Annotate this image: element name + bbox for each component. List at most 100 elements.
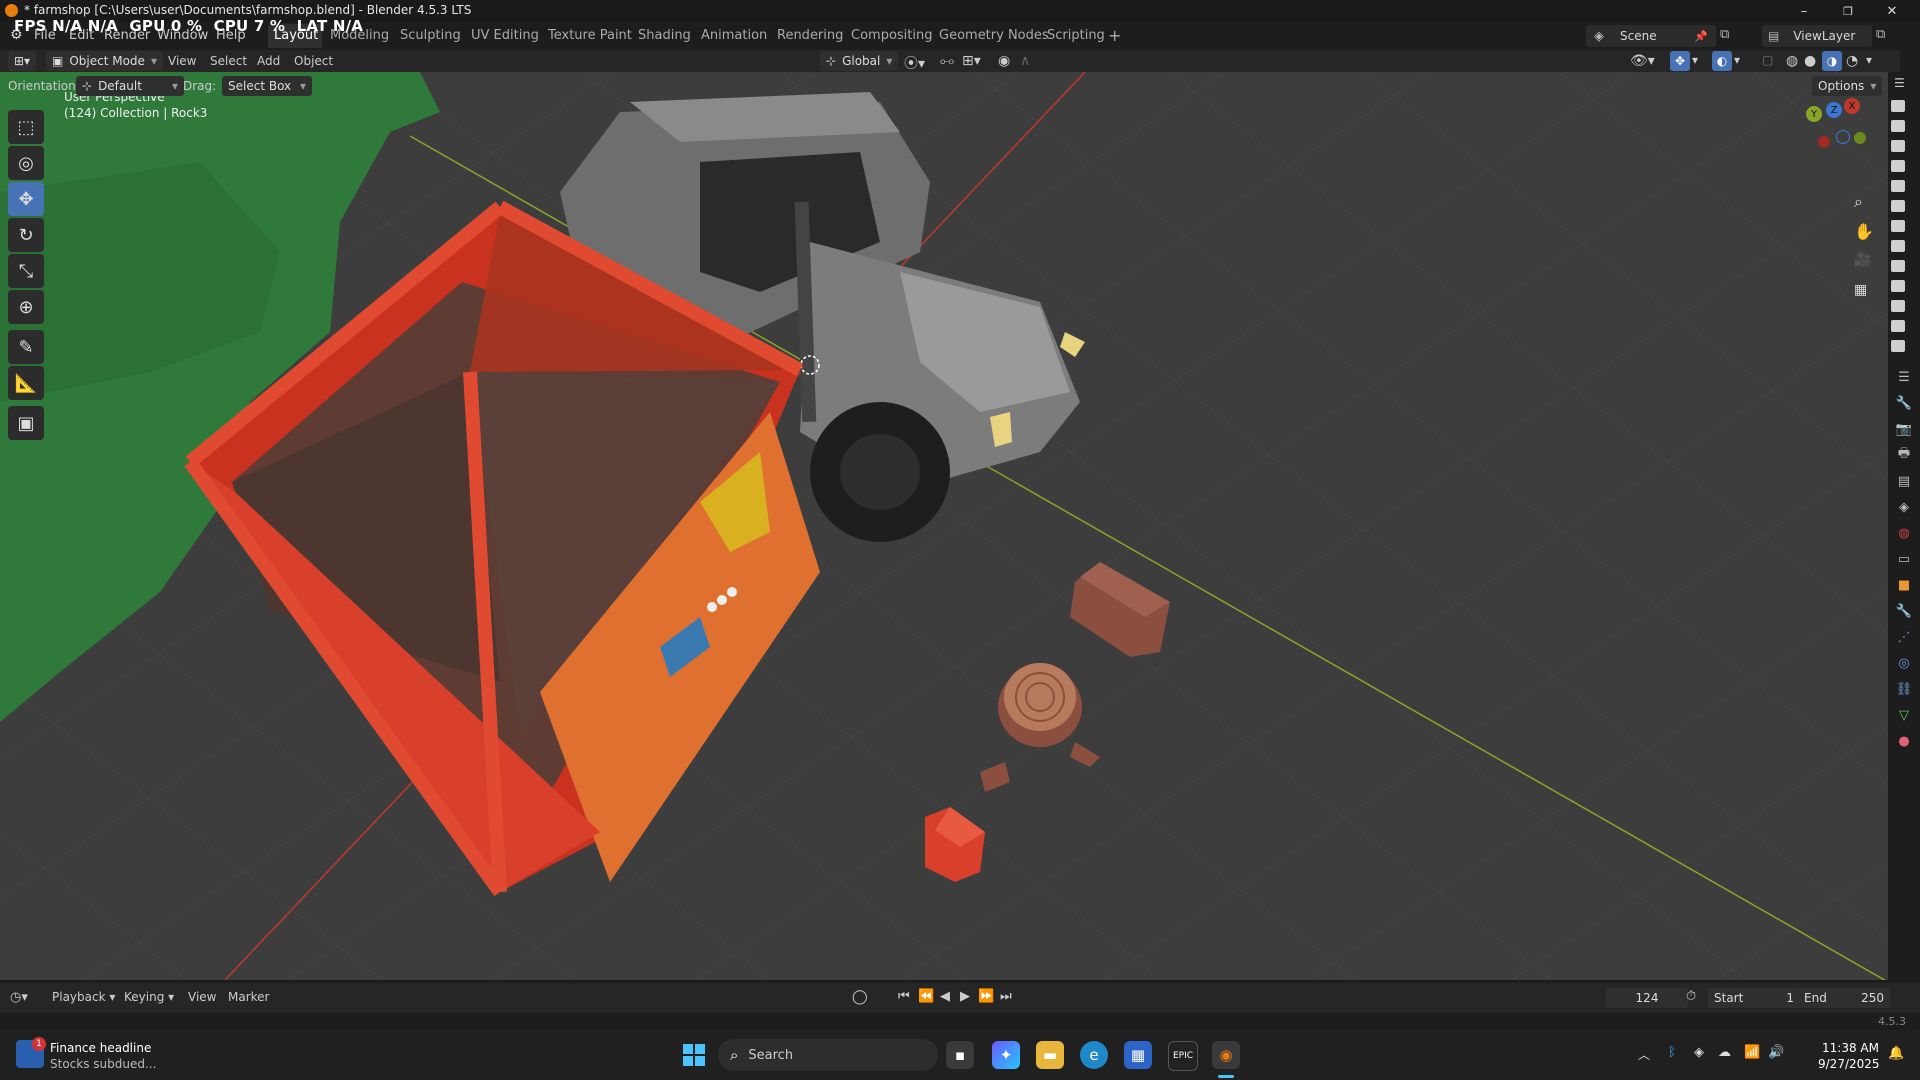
camera-icon[interactable] — [1891, 280, 1905, 292]
proportional-edit-icon[interactable]: ◉ — [998, 53, 1010, 69]
overlay-toggle-icon[interactable]: ◐ — [1712, 51, 1732, 71]
modifier-properties-icon[interactable]: 🔧 — [1893, 600, 1915, 622]
tab-geometry-nodes[interactable]: Geometry Nodes — [939, 28, 1049, 43]
3d-viewport[interactable]: User Perspective (124) Collection | Rock… — [0, 72, 1888, 980]
jump-keyframe-forward-icon[interactable]: ⏩ — [978, 989, 994, 1004]
jump-start-icon[interactable]: ⏮ — [898, 989, 910, 1004]
wireframe-shading-icon[interactable]: ◍ — [1786, 53, 1798, 69]
object-properties-icon[interactable]: ■ — [1893, 574, 1915, 596]
maximize-button[interactable]: ❐ — [1826, 0, 1870, 22]
pin-icon[interactable]: 📌 — [1694, 30, 1708, 43]
tab-scripting[interactable]: Scripting — [1047, 28, 1105, 43]
measure-tool-icon[interactable]: 📐 — [8, 366, 44, 400]
rotate-tool-icon[interactable]: ↻ — [8, 218, 44, 252]
camera-icon[interactable] — [1891, 180, 1905, 192]
chevron-down-icon[interactable]: ▾ — [1692, 53, 1698, 67]
properties-editor-icon[interactable]: ☰ — [1893, 366, 1915, 388]
annotate-tool-icon[interactable]: ✎ — [8, 330, 44, 364]
navigation-gizmo[interactable]: Y Z X — [1800, 96, 1870, 166]
gizmo-x-axis[interactable]: X — [1844, 98, 1860, 114]
zoom-icon[interactable]: ⌕ — [1854, 192, 1863, 212]
constraints-properties-icon[interactable]: ⛓ — [1893, 678, 1915, 700]
cursor-tool-icon[interactable]: ◎ — [8, 146, 44, 180]
tab-shading[interactable]: Shading — [638, 28, 691, 43]
scene-selector[interactable]: ◈ Scene 📌 — [1586, 25, 1716, 47]
wifi-icon[interactable]: 📶 — [1744, 1045, 1760, 1060]
view-layer-selector[interactable]: ▤ ViewLayer — [1762, 25, 1872, 47]
snap-target-icon[interactable]: ⊞▾ — [962, 53, 981, 69]
file-explorer-icon[interactable]: ▬ — [1036, 1041, 1064, 1069]
pivot-point-icon[interactable]: ⦿▾ — [904, 53, 925, 73]
pan-hand-icon[interactable]: ✋ — [1854, 222, 1874, 241]
minimize-button[interactable]: – — [1782, 0, 1826, 22]
start-frame-field[interactable]: Start 1 — [1708, 988, 1800, 1008]
gizmo-neg-y[interactable] — [1854, 132, 1866, 144]
mode-selector[interactable]: ▣ Object Mode ▾ — [46, 51, 163, 71]
start-button-icon[interactable] — [680, 1041, 708, 1069]
timeline-editor-icon[interactable]: ◷▾ — [10, 990, 28, 1005]
blender-taskbar-icon[interactable]: ◉ — [1212, 1041, 1240, 1069]
playback-menu[interactable]: Playback ▾ — [52, 990, 115, 1004]
camera-icon[interactable] — [1891, 240, 1905, 252]
tab-animation[interactable]: Animation — [701, 28, 767, 43]
drag-dropdown[interactable]: Select Box ▾ — [222, 76, 312, 96]
end-frame-field[interactable]: End 250 — [1798, 988, 1890, 1008]
particles-properties-icon[interactable]: ⋰ — [1893, 626, 1915, 648]
snap-icon[interactable]: ⧟ — [940, 53, 954, 69]
edge-browser-icon[interactable]: e — [1080, 1041, 1108, 1069]
jump-end-icon[interactable]: ⏭ — [1000, 989, 1012, 1004]
auto-keying-icon[interactable]: ◯ — [852, 989, 868, 1005]
camera-icon[interactable] — [1891, 220, 1905, 232]
epic-games-icon[interactable]: EPIC — [1168, 1041, 1198, 1071]
menu-object[interactable]: Object — [294, 54, 333, 68]
volume-icon[interactable]: 🔊 — [1768, 1045, 1784, 1060]
select-box-tool-icon[interactable]: ⬚ — [8, 110, 44, 144]
tab-rendering[interactable]: Rendering — [777, 28, 843, 43]
camera-icon[interactable] — [1891, 260, 1905, 272]
output-properties-icon[interactable]: 🖶 — [1893, 444, 1915, 466]
camera-view-icon[interactable]: 🎥 — [1854, 252, 1871, 268]
falloff-icon[interactable]: ∧ — [1020, 53, 1030, 69]
task-view-icon[interactable]: ▪ — [946, 1041, 974, 1069]
menu-select[interactable]: Select — [210, 54, 247, 68]
current-frame-field[interactable]: 124 — [1606, 988, 1688, 1008]
camera-icon[interactable] — [1891, 160, 1905, 172]
news-headline[interactable]: Finance headline — [50, 1041, 151, 1055]
copilot-icon[interactable]: ✦ — [992, 1041, 1020, 1069]
render-properties-icon[interactable]: 📷 — [1893, 418, 1915, 440]
bluetooth-icon[interactable]: ᛒ — [1668, 1045, 1676, 1060]
play-reverse-icon[interactable]: ◀ — [940, 989, 950, 1004]
camera-icon[interactable] — [1891, 300, 1905, 312]
preview-range-icon[interactable]: ⏱ — [1686, 989, 1696, 1004]
chevron-down-icon[interactable]: ▾ — [1866, 53, 1872, 67]
camera-icon[interactable] — [1891, 320, 1905, 332]
camera-icon[interactable] — [1891, 120, 1905, 132]
gizmo-toggle-icon[interactable]: ✥ — [1670, 51, 1690, 71]
show-hidden-icons[interactable]: ︿ — [1638, 1046, 1650, 1063]
data-properties-icon[interactable]: ▽ — [1893, 704, 1915, 726]
collection-properties-icon[interactable]: ▭ — [1893, 548, 1915, 570]
add-cube-tool-icon[interactable]: ▣ — [8, 406, 44, 440]
store-icon[interactable]: ▦ — [1124, 1041, 1152, 1069]
marker-menu[interactable]: Marker — [228, 990, 269, 1004]
outliner-editor-icon[interactable]: ☰ — [1894, 76, 1905, 90]
tab-texture-paint[interactable]: Texture Paint — [548, 28, 632, 43]
add-workspace-button[interactable]: + — [1108, 26, 1121, 45]
gizmo-z-axis[interactable]: Z — [1826, 102, 1842, 118]
camera-icon[interactable] — [1891, 200, 1905, 212]
tab-compositing[interactable]: Compositing — [851, 28, 933, 43]
menu-add[interactable]: Add — [257, 54, 280, 68]
chevron-down-icon[interactable]: ▾ — [1734, 53, 1740, 67]
new-view-layer-icon[interactable]: ⧉ — [1876, 27, 1894, 45]
scale-tool-icon[interactable]: ⤡ — [8, 254, 44, 288]
camera-icon[interactable] — [1891, 100, 1905, 112]
keying-menu[interactable]: Keying ▾ — [124, 990, 174, 1004]
transform-orientation-selector[interactable]: ⊹ Global ▾ — [820, 51, 899, 71]
onedrive-icon[interactable]: ☁ — [1718, 1045, 1731, 1060]
camera-icon[interactable] — [1891, 340, 1905, 352]
clock-time[interactable]: 11:38 AM — [1822, 1041, 1879, 1055]
tray-app-icon[interactable]: ◈ — [1694, 1045, 1704, 1060]
xray-icon[interactable]: ▢ — [1762, 53, 1773, 67]
timeline-view-menu[interactable]: View — [188, 990, 216, 1004]
taskbar-search[interactable]: ⌕ Search — [718, 1039, 938, 1071]
